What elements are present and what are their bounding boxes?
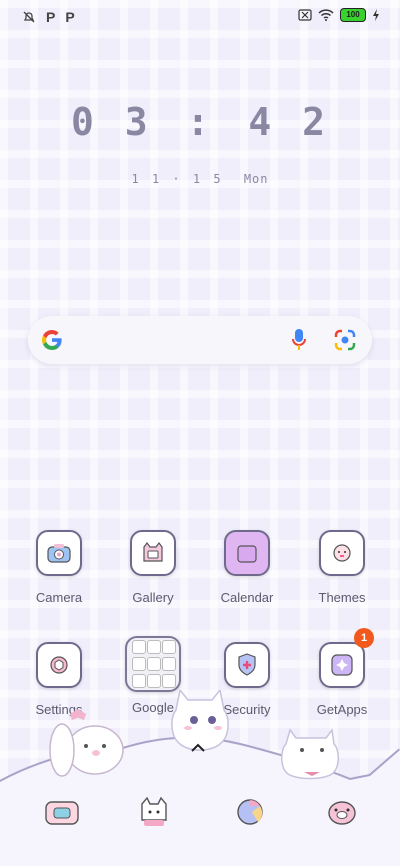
messages-icon [141, 796, 167, 826]
dock-phone[interactable] [42, 796, 82, 828]
getapps-icon [319, 642, 365, 688]
battery-icon: 100 [340, 8, 366, 22]
dock-browser[interactable] [230, 796, 270, 828]
charging-icon [373, 9, 379, 21]
p-icon: P [46, 9, 56, 25]
app-label: Camera [35, 590, 83, 605]
cat-character-icon [281, 728, 339, 780]
sim-off-icon [298, 9, 312, 21]
security-icon [224, 642, 270, 688]
p-icon: P [65, 9, 75, 25]
gallery-icon [130, 530, 176, 576]
app-label: Calendar [220, 590, 274, 605]
clock-digit: 0 [70, 100, 98, 144]
google-lens-icon[interactable] [334, 329, 356, 351]
status-bar: P P 100 [0, 8, 400, 28]
clock-digit: 2 [302, 100, 329, 144]
themes-icon [319, 530, 365, 576]
app-gallery[interactable]: Gallery [105, 530, 201, 605]
notification-badge: 1 [354, 628, 374, 648]
app-calendar[interactable]: Calendar [199, 530, 295, 605]
calendar-icon [224, 530, 270, 576]
date-digit: 5 [213, 172, 222, 186]
notification-off-icon [23, 11, 35, 23]
wallpaper-characters-decoration [0, 690, 400, 866]
weekday: Mon [243, 172, 269, 186]
clock-digit: 4 [248, 100, 276, 144]
app-camera[interactable]: Camera [11, 530, 107, 605]
google-logo-icon [42, 330, 62, 350]
chevron-up-icon [191, 743, 205, 752]
clock-digit: 3 [124, 100, 152, 144]
folder-icon [125, 636, 181, 692]
clock[interactable]: 0 3 : 4 2 [0, 100, 400, 144]
app-icon [328, 801, 356, 825]
date-digit: 1 [131, 172, 140, 186]
app-label: Gallery [132, 590, 174, 605]
voice-search-icon[interactable] [292, 328, 306, 352]
browser-icon [237, 799, 263, 825]
app-label: Themes [318, 590, 366, 605]
phone-icon [45, 801, 79, 825]
date-separator: · [172, 172, 181, 186]
camera-icon [36, 530, 82, 576]
google-search-bar[interactable] [28, 316, 372, 364]
date: 1 1 · 1 5 Mon [0, 172, 400, 186]
app-drawer-chevron[interactable] [190, 740, 206, 756]
app-themes[interactable]: Themes [294, 530, 390, 605]
wifi-icon [318, 9, 334, 21]
date-digit: 1 [192, 172, 202, 186]
settings-icon [36, 642, 82, 688]
dock-messages[interactable] [134, 796, 174, 828]
clock-separator: : [186, 100, 214, 144]
dock-app[interactable] [322, 796, 362, 828]
date-digit: 1 [151, 172, 161, 186]
bunny-character-icon [49, 709, 124, 777]
